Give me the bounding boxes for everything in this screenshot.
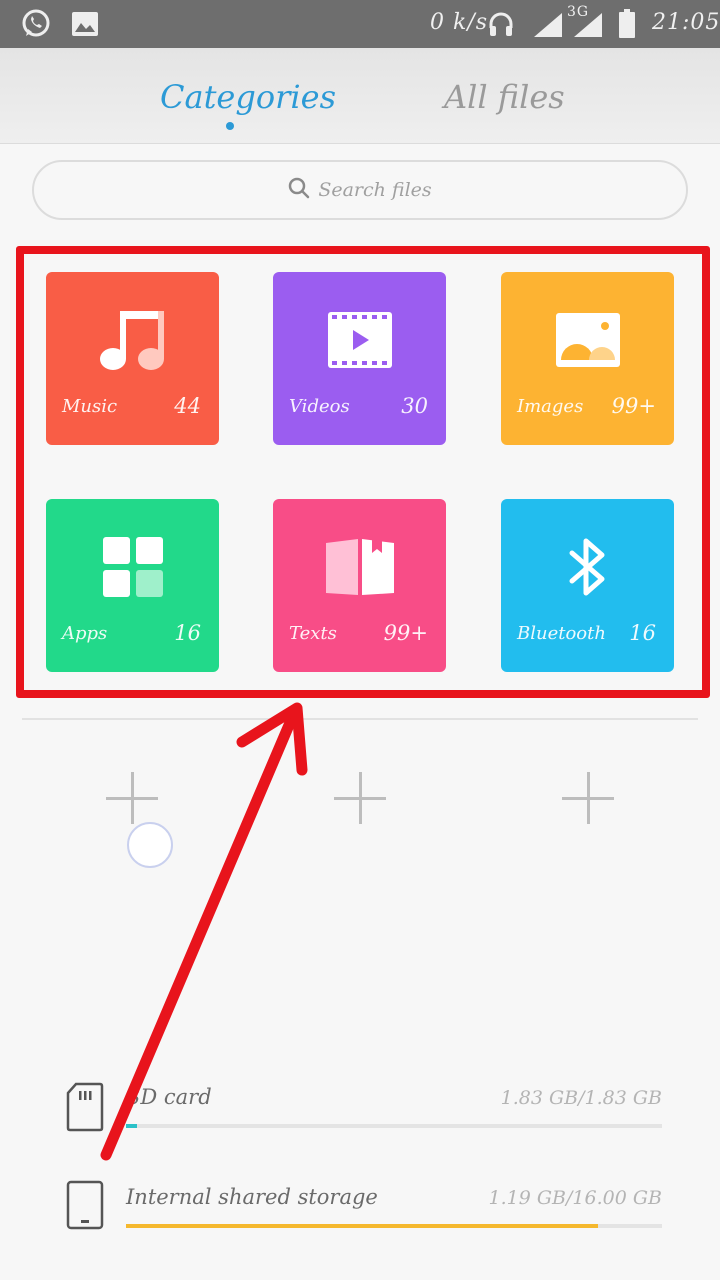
phone-icon <box>66 1180 104 1230</box>
storage-size-internal: 1.19 GB/16.00 GB <box>488 1187 662 1209</box>
search-bar[interactable]: Search files <box>32 160 688 220</box>
battery-icon <box>616 8 638 40</box>
sd-card-icon <box>66 1082 104 1132</box>
tab-categories[interactable]: Categories <box>160 78 336 116</box>
clock: 21:05 <box>652 10 720 35</box>
tab-all-files[interactable]: All files <box>444 78 565 116</box>
storage-bar-internal <box>126 1224 662 1228</box>
storage-bar-sd-card <box>126 1124 662 1128</box>
storage-name-internal[interactable]: Internal shared storage <box>126 1185 378 1209</box>
search-placeholder: Search files <box>318 179 432 201</box>
touch-indicator <box>127 822 173 868</box>
active-tab-indicator <box>226 122 234 130</box>
storage-size-sd-card: 1.83 GB/1.83 GB <box>500 1087 662 1109</box>
add-shortcut-button[interactable] <box>334 772 386 824</box>
divider <box>22 718 698 720</box>
storage-bar-fill <box>126 1124 137 1128</box>
header-tabs: Categories All files <box>0 48 720 144</box>
red-highlight-box <box>16 246 710 698</box>
status-bar: 0 k/s 3G 21:05 <box>0 0 720 48</box>
add-shortcut-button[interactable] <box>562 772 614 824</box>
headphones-icon <box>486 8 516 40</box>
network-type: 3G <box>567 4 590 20</box>
add-shortcut-button[interactable] <box>106 772 158 824</box>
search-icon <box>288 177 310 203</box>
network-speed: 0 k/s <box>430 10 489 35</box>
gallery-icon <box>70 8 100 40</box>
storage-name-sd-card[interactable]: SD card <box>126 1085 212 1109</box>
whatsapp-icon <box>18 8 54 40</box>
storage-bar-fill <box>126 1224 598 1228</box>
